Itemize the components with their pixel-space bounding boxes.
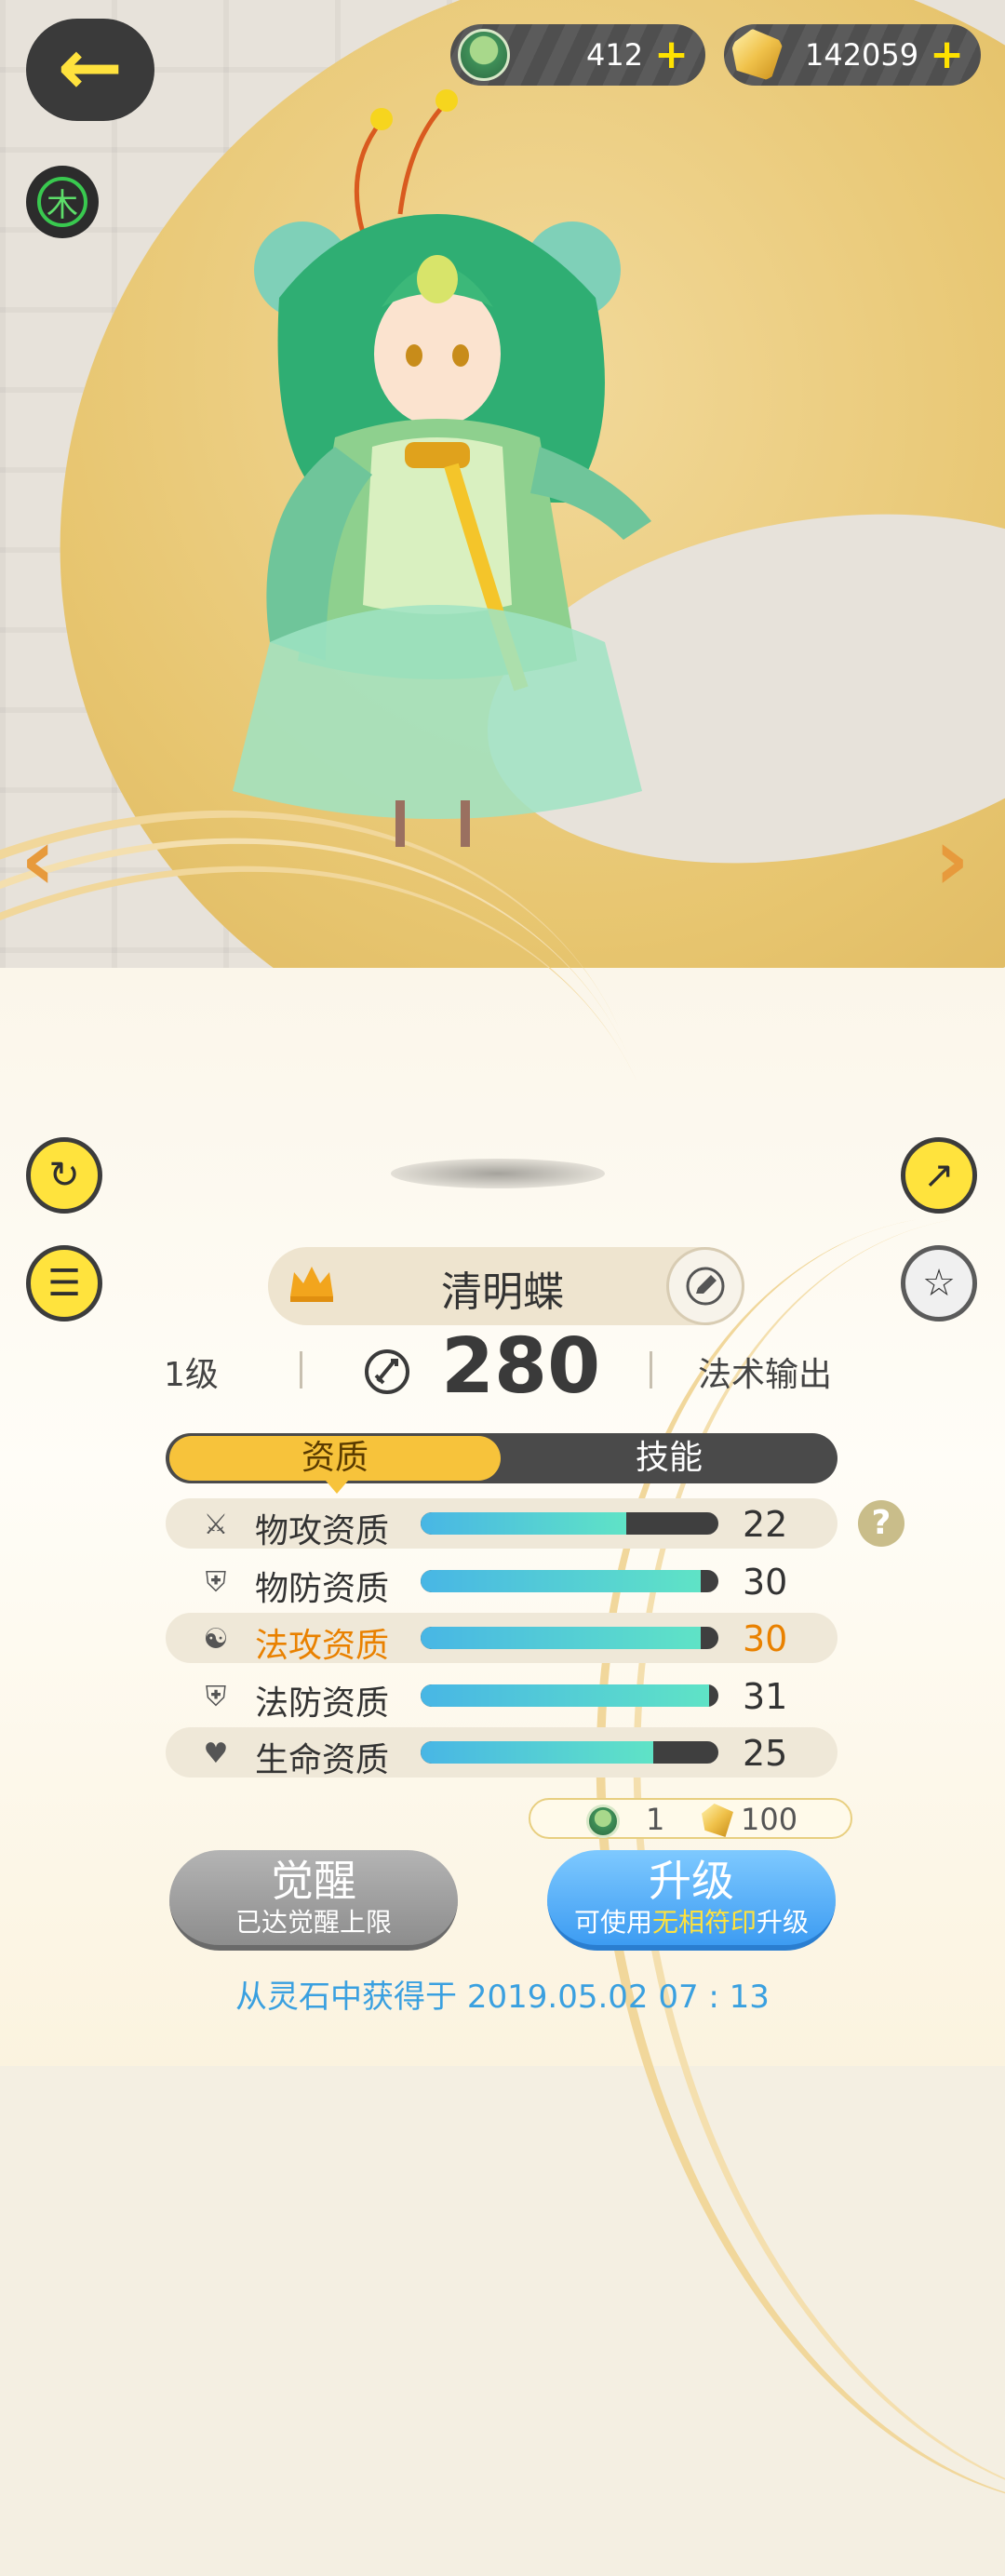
share-icon: ↗ xyxy=(923,1154,955,1197)
shield-icon: ⛨ xyxy=(205,1565,227,1599)
element-badge[interactable]: 木 xyxy=(26,166,99,238)
upgrade-subtitle-suffix: 升级 xyxy=(757,1907,810,1938)
favorite-button[interactable]: ☆ xyxy=(901,1245,977,1322)
aptitude-value: 30 xyxy=(743,1618,788,1659)
upgrade-button[interactable]: 升级 可使用无相符印升级 xyxy=(547,1850,836,1951)
crystal-icon xyxy=(731,29,784,81)
aptitude-value: 31 xyxy=(743,1676,788,1717)
help-button[interactable]: ? xyxy=(858,1500,904,1547)
pet-role: 法术输出 xyxy=(698,1356,833,1394)
refresh-cycle-icon: ↻ xyxy=(48,1154,80,1197)
aptitude-bar-fill xyxy=(421,1627,701,1649)
refresh-button[interactable]: ↻ xyxy=(26,1137,102,1214)
awaken-button[interactable]: 觉醒 已达觉醒上限 xyxy=(169,1850,458,1951)
crystal-currency: 142059 + xyxy=(724,24,981,86)
aptitude-row: ⚔ 物攻资质 22 xyxy=(166,1498,838,1550)
spirit-avatar-icon xyxy=(586,1805,620,1838)
aptitude-bar xyxy=(421,1570,718,1592)
spirit-currency: 412 + xyxy=(450,24,705,86)
heart-icon: ♥ xyxy=(203,1737,229,1770)
spirit-count: 412 xyxy=(586,37,644,73)
previous-pet-button[interactable]: ‹ xyxy=(20,810,56,909)
upgrade-cost: 1 100 xyxy=(529,1798,852,1839)
aptitude-label: 生命资质 xyxy=(255,1741,390,1779)
aptitude-label: 法攻资质 xyxy=(255,1627,390,1665)
share-button[interactable]: ↗ xyxy=(901,1137,977,1214)
aptitude-row: ♥ 生命资质 25 xyxy=(166,1727,838,1779)
aptitude-row: ⛨ 法防资质 31 xyxy=(166,1670,838,1723)
edit-pencil-icon xyxy=(686,1267,725,1306)
crown-icon xyxy=(290,1267,333,1302)
menu-list-button[interactable]: ☰ xyxy=(26,1245,102,1322)
upgrade-item-name: 无相符印 xyxy=(651,1907,757,1938)
aptitude-bar-fill xyxy=(421,1741,653,1764)
add-crystal-button[interactable]: + xyxy=(930,34,964,75)
aptitude-row: ☯ 法攻资质 30 xyxy=(166,1613,838,1665)
swirl-icon: ☯ xyxy=(203,1622,229,1656)
aptitude-bar-fill xyxy=(421,1512,626,1535)
aptitude-bar xyxy=(421,1684,718,1707)
tab-pointer xyxy=(326,1481,348,1494)
crossed-swords-icon: ⚔ xyxy=(203,1508,229,1541)
star-icon: ☆ xyxy=(922,1262,956,1305)
back-button[interactable]: ← xyxy=(26,19,154,121)
tab-aptitude[interactable]: 资质 xyxy=(169,1436,501,1481)
detail-tabs: 资质 技能 xyxy=(166,1433,838,1483)
aptitude-value: 30 xyxy=(743,1562,788,1603)
acquisition-info: 从灵石中获得于 2019.05.02 07 : 13 xyxy=(235,1979,770,2016)
aptitude-value: 22 xyxy=(743,1504,788,1545)
aptitude-label: 法防资质 xyxy=(255,1684,390,1723)
pet-name: 清明蝶 xyxy=(441,1268,564,1316)
wood-element-icon: 木 xyxy=(37,177,87,227)
list-icon: ☰ xyxy=(47,1262,81,1305)
spirit-cost: 1 xyxy=(646,1802,665,1837)
character-shadow xyxy=(391,1159,605,1188)
aptitude-bar-fill xyxy=(421,1684,710,1707)
crystal-icon xyxy=(702,1804,733,1837)
divider xyxy=(650,1351,652,1389)
character-model[interactable] xyxy=(214,84,735,940)
combat-power-value: 280 xyxy=(441,1322,601,1411)
upgrade-button-subtitle: 可使用无相符印升级 xyxy=(547,1906,836,1939)
shield-icon: ⛨ xyxy=(205,1680,227,1713)
tab-skills[interactable]: 技能 xyxy=(501,1433,838,1483)
aptitude-label: 物攻资质 xyxy=(255,1512,390,1550)
upgrade-button-title: 升级 xyxy=(649,1856,734,1906)
aptitude-value: 25 xyxy=(743,1733,788,1774)
aptitude-label: 物防资质 xyxy=(255,1570,390,1608)
aptitude-bar xyxy=(421,1627,718,1649)
rename-button[interactable] xyxy=(666,1247,744,1325)
aptitude-bar xyxy=(421,1741,718,1764)
pet-level: 1级 xyxy=(164,1356,219,1394)
aptitude-bar xyxy=(421,1512,718,1535)
awaken-button-title: 觉醒 xyxy=(271,1856,356,1906)
upgrade-subtitle-prefix: 可使用 xyxy=(573,1907,652,1938)
back-arrow-icon: ← xyxy=(57,21,124,113)
next-pet-button[interactable]: › xyxy=(934,810,970,909)
add-spirit-button[interactable]: + xyxy=(654,34,689,75)
awaken-button-subtitle: 已达觉醒上限 xyxy=(234,1907,392,1938)
aptitude-bar-fill xyxy=(421,1570,701,1592)
crystal-cost: 100 xyxy=(741,1802,798,1837)
divider xyxy=(300,1351,302,1389)
crystal-count: 142059 xyxy=(804,37,919,73)
combat-power-icon xyxy=(365,1349,409,1394)
spirit-avatar-icon xyxy=(458,29,510,81)
aptitude-row: ⛨ 物防资质 30 xyxy=(166,1556,838,1608)
